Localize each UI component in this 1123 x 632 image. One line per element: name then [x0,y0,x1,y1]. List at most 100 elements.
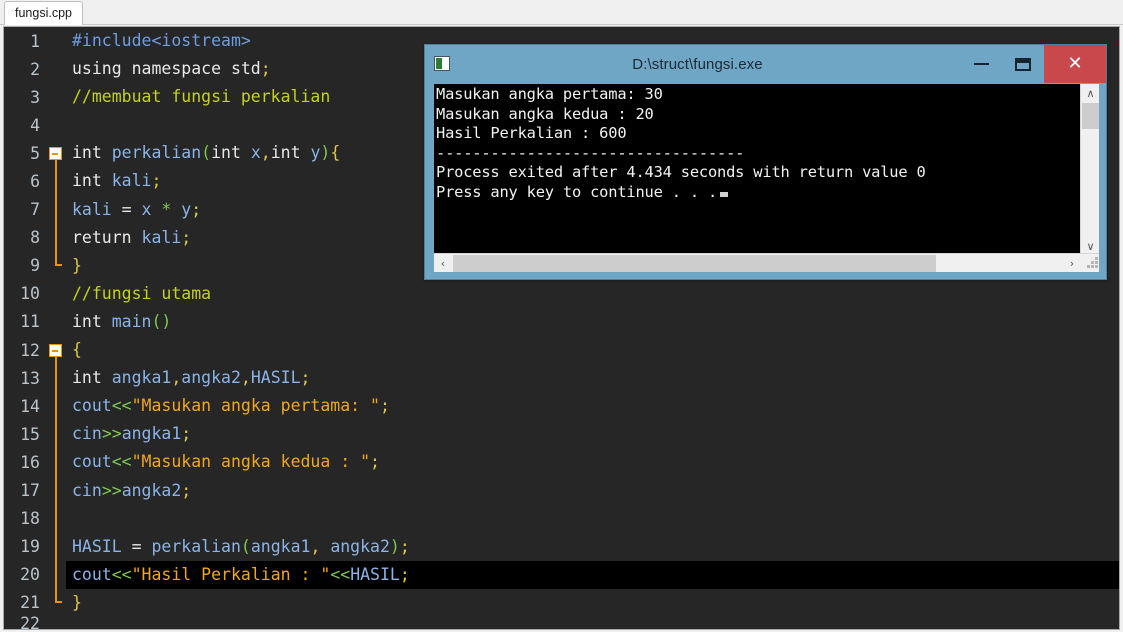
code-token: HASIL [250,368,301,388]
vertical-scroll-thumb[interactable] [1082,103,1099,129]
code-token: int [211,143,251,163]
console-title: D:\struct\fungsi.exe [632,55,763,73]
horizontal-scroll-thumb[interactable] [453,255,936,272]
code-token: * [161,199,182,219]
code-line[interactable]: 11 int main() [4,308,1119,336]
fold-column[interactable] [46,392,66,421]
minimize-button[interactable] [960,45,1002,83]
code-token: cin [72,480,102,500]
code-token: ( [240,536,251,556]
code-line[interactable]: 10 //fungsi utama [4,280,1119,308]
code-line[interactable]: 22 [4,614,1119,630]
code-token: >> [101,424,122,444]
fold-column[interactable] [46,139,66,170]
code-line[interactable]: 13 int angka1,angka2,HASIL; [4,364,1119,393]
code-line[interactable]: 17 cin>>angka2; [4,476,1119,505]
code-token: ; [399,536,410,556]
line-number: 15 [20,424,40,444]
tab-fungsi-cpp[interactable]: fungsi.cpp [4,1,83,25]
line-number: 14 [20,396,40,416]
code-line[interactable]: 14 cout<<"Masukan angka pertama: "; [4,392,1119,421]
console-line: Hasil Perkalian : 600 [436,124,627,143]
code-token: #include [72,31,152,50]
code-text[interactable]: cout<<"Masukan angka kedua : "; [66,448,1119,476]
tab-label: fungsi.cpp [15,6,72,21]
code-token: <iostream> [151,31,251,50]
code-token: = [131,536,152,556]
code-token: cin [72,424,102,444]
fold-column[interactable] [46,448,66,477]
line-number: 9 [30,256,40,276]
line-number: 18 [20,509,40,529]
console-title-bar[interactable]: D:\struct\fungsi.exe ✕ [425,45,1106,83]
maximize-button[interactable] [1002,45,1044,83]
console-line: Masukan angka pertama: 30 [436,85,663,103]
fold-guide-line [55,195,57,224]
scroll-right-icon[interactable]: › [1063,254,1081,272]
console-cursor [720,191,729,197]
fold-column[interactable] [46,364,66,393]
resize-grip-icon[interactable] [1086,257,1099,270]
fold-guide-line [55,167,57,196]
fold-guide-line [55,420,57,449]
code-line[interactable]: 12 { [4,336,1119,367]
code-line[interactable]: 20 cout<<"Hasil Perkalian : "<<HASIL; [4,560,1119,589]
fold-column[interactable] [46,55,66,83]
fold-column[interactable] [46,420,66,449]
code-text[interactable]: HASIL = perkalian(angka1, angka2); [66,533,1119,561]
line-number: 5 [30,143,40,163]
code-line[interactable]: 19 HASIL = perkalian(angka1, angka2); [4,532,1119,561]
code-text[interactable]: { [66,336,1119,364]
console-line: Press any key to continue . . . [436,183,1066,203]
fold-column[interactable] [46,223,66,252]
fold-guide-line [55,476,57,505]
code-token: main [111,311,152,331]
fold-column[interactable] [46,27,66,55]
fold-column[interactable] [46,476,66,505]
code-token: x [141,199,162,219]
code-token: ; [151,171,162,191]
console-window[interactable]: D:\struct\fungsi.exe ✕ Masukan angka per… [424,44,1107,280]
line-number: 22 [20,614,40,630]
close-button[interactable]: ✕ [1044,45,1106,83]
code-token: ; [181,227,192,247]
code-text[interactable]: cout<<"Masukan angka pertama: "; [66,392,1119,420]
fold-column[interactable] [46,610,66,629]
console-vertical-scrollbar[interactable]: ∧ ∨ [1080,84,1099,255]
code-text[interactable]: int main() [66,308,1119,336]
code-line[interactable]: 16 cout<<"Masukan angka kedua : "; [4,448,1119,477]
code-token: kali [141,227,182,247]
console-output-area[interactable]: Masukan angka pertama: 30 Masukan angka k… [433,83,1100,273]
code-text[interactable] [66,610,1119,629]
editor-tab-strip: fungsi.cpp [0,0,1123,25]
code-line[interactable]: 15 cin>>angka1; [4,420,1119,449]
code-line[interactable]: 18 [4,504,1119,533]
fold-guide-line [55,532,57,561]
fold-column[interactable] [46,167,66,196]
code-token: << [111,564,132,584]
code-text[interactable]: //fungsi utama [66,280,1119,308]
fold-column[interactable] [46,308,66,336]
code-token: << [330,564,351,584]
code-token: int [72,311,112,331]
fold-column[interactable] [46,83,66,111]
console-horizontal-scrollbar[interactable]: ‹ › [434,253,1099,272]
code-token: ; [181,480,192,500]
code-text[interactable]: int angka1,angka2,HASIL; [66,364,1119,392]
fold-column[interactable] [46,336,66,367]
console-line: Process exited after 4.434 seconds with … [436,163,926,182]
fold-column[interactable] [46,504,66,533]
fold-column[interactable] [46,251,66,280]
scroll-up-icon[interactable]: ∧ [1081,84,1099,102]
fold-column[interactable] [46,195,66,224]
fold-column[interactable] [46,280,66,308]
code-token: kali [111,171,152,191]
code-text[interactable]: cin>>angka2; [66,477,1119,505]
fold-column[interactable] [46,111,66,139]
fold-column[interactable] [46,560,66,589]
code-text[interactable]: cin>>angka1; [66,420,1119,448]
code-text[interactable]: cout<<"Hasil Perkalian : "<<HASIL; [66,560,1119,589]
fold-column[interactable] [46,532,66,561]
code-text[interactable] [66,505,1119,533]
scroll-left-icon[interactable]: ‹ [434,254,452,272]
